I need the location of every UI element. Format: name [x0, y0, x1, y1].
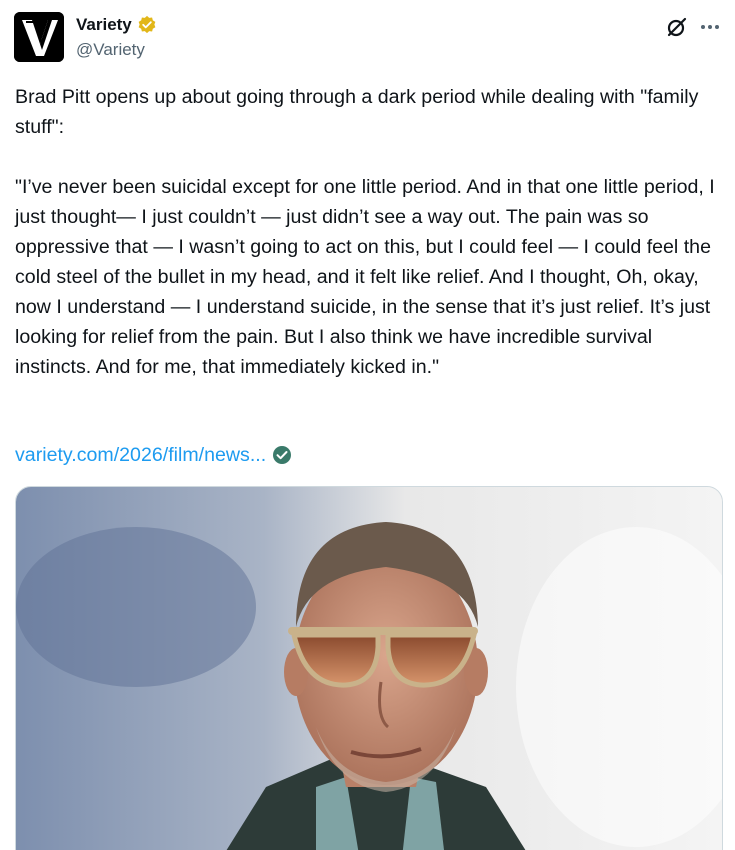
grok-icon[interactable] [664, 14, 690, 40]
handle[interactable]: @Variety [76, 39, 145, 61]
variety-logo-icon [14, 12, 64, 62]
verified-badge-icon [137, 15, 157, 35]
article-link[interactable]: variety.com/2026/film/news... [15, 440, 266, 470]
check-circle-icon [272, 445, 292, 465]
display-name[interactable]: Variety [76, 14, 132, 36]
name-row: Variety [76, 14, 157, 36]
more-options-icon[interactable] [697, 14, 723, 40]
tweet-text: Brad Pitt opens up about going through a… [15, 86, 715, 378]
link-row: variety.com/2026/film/news... [15, 440, 292, 470]
tweet-photo[interactable] [15, 486, 723, 850]
avatar[interactable] [14, 12, 64, 62]
tweet-header: Variety @Variety [0, 0, 735, 80]
portrait-image [16, 487, 722, 850]
